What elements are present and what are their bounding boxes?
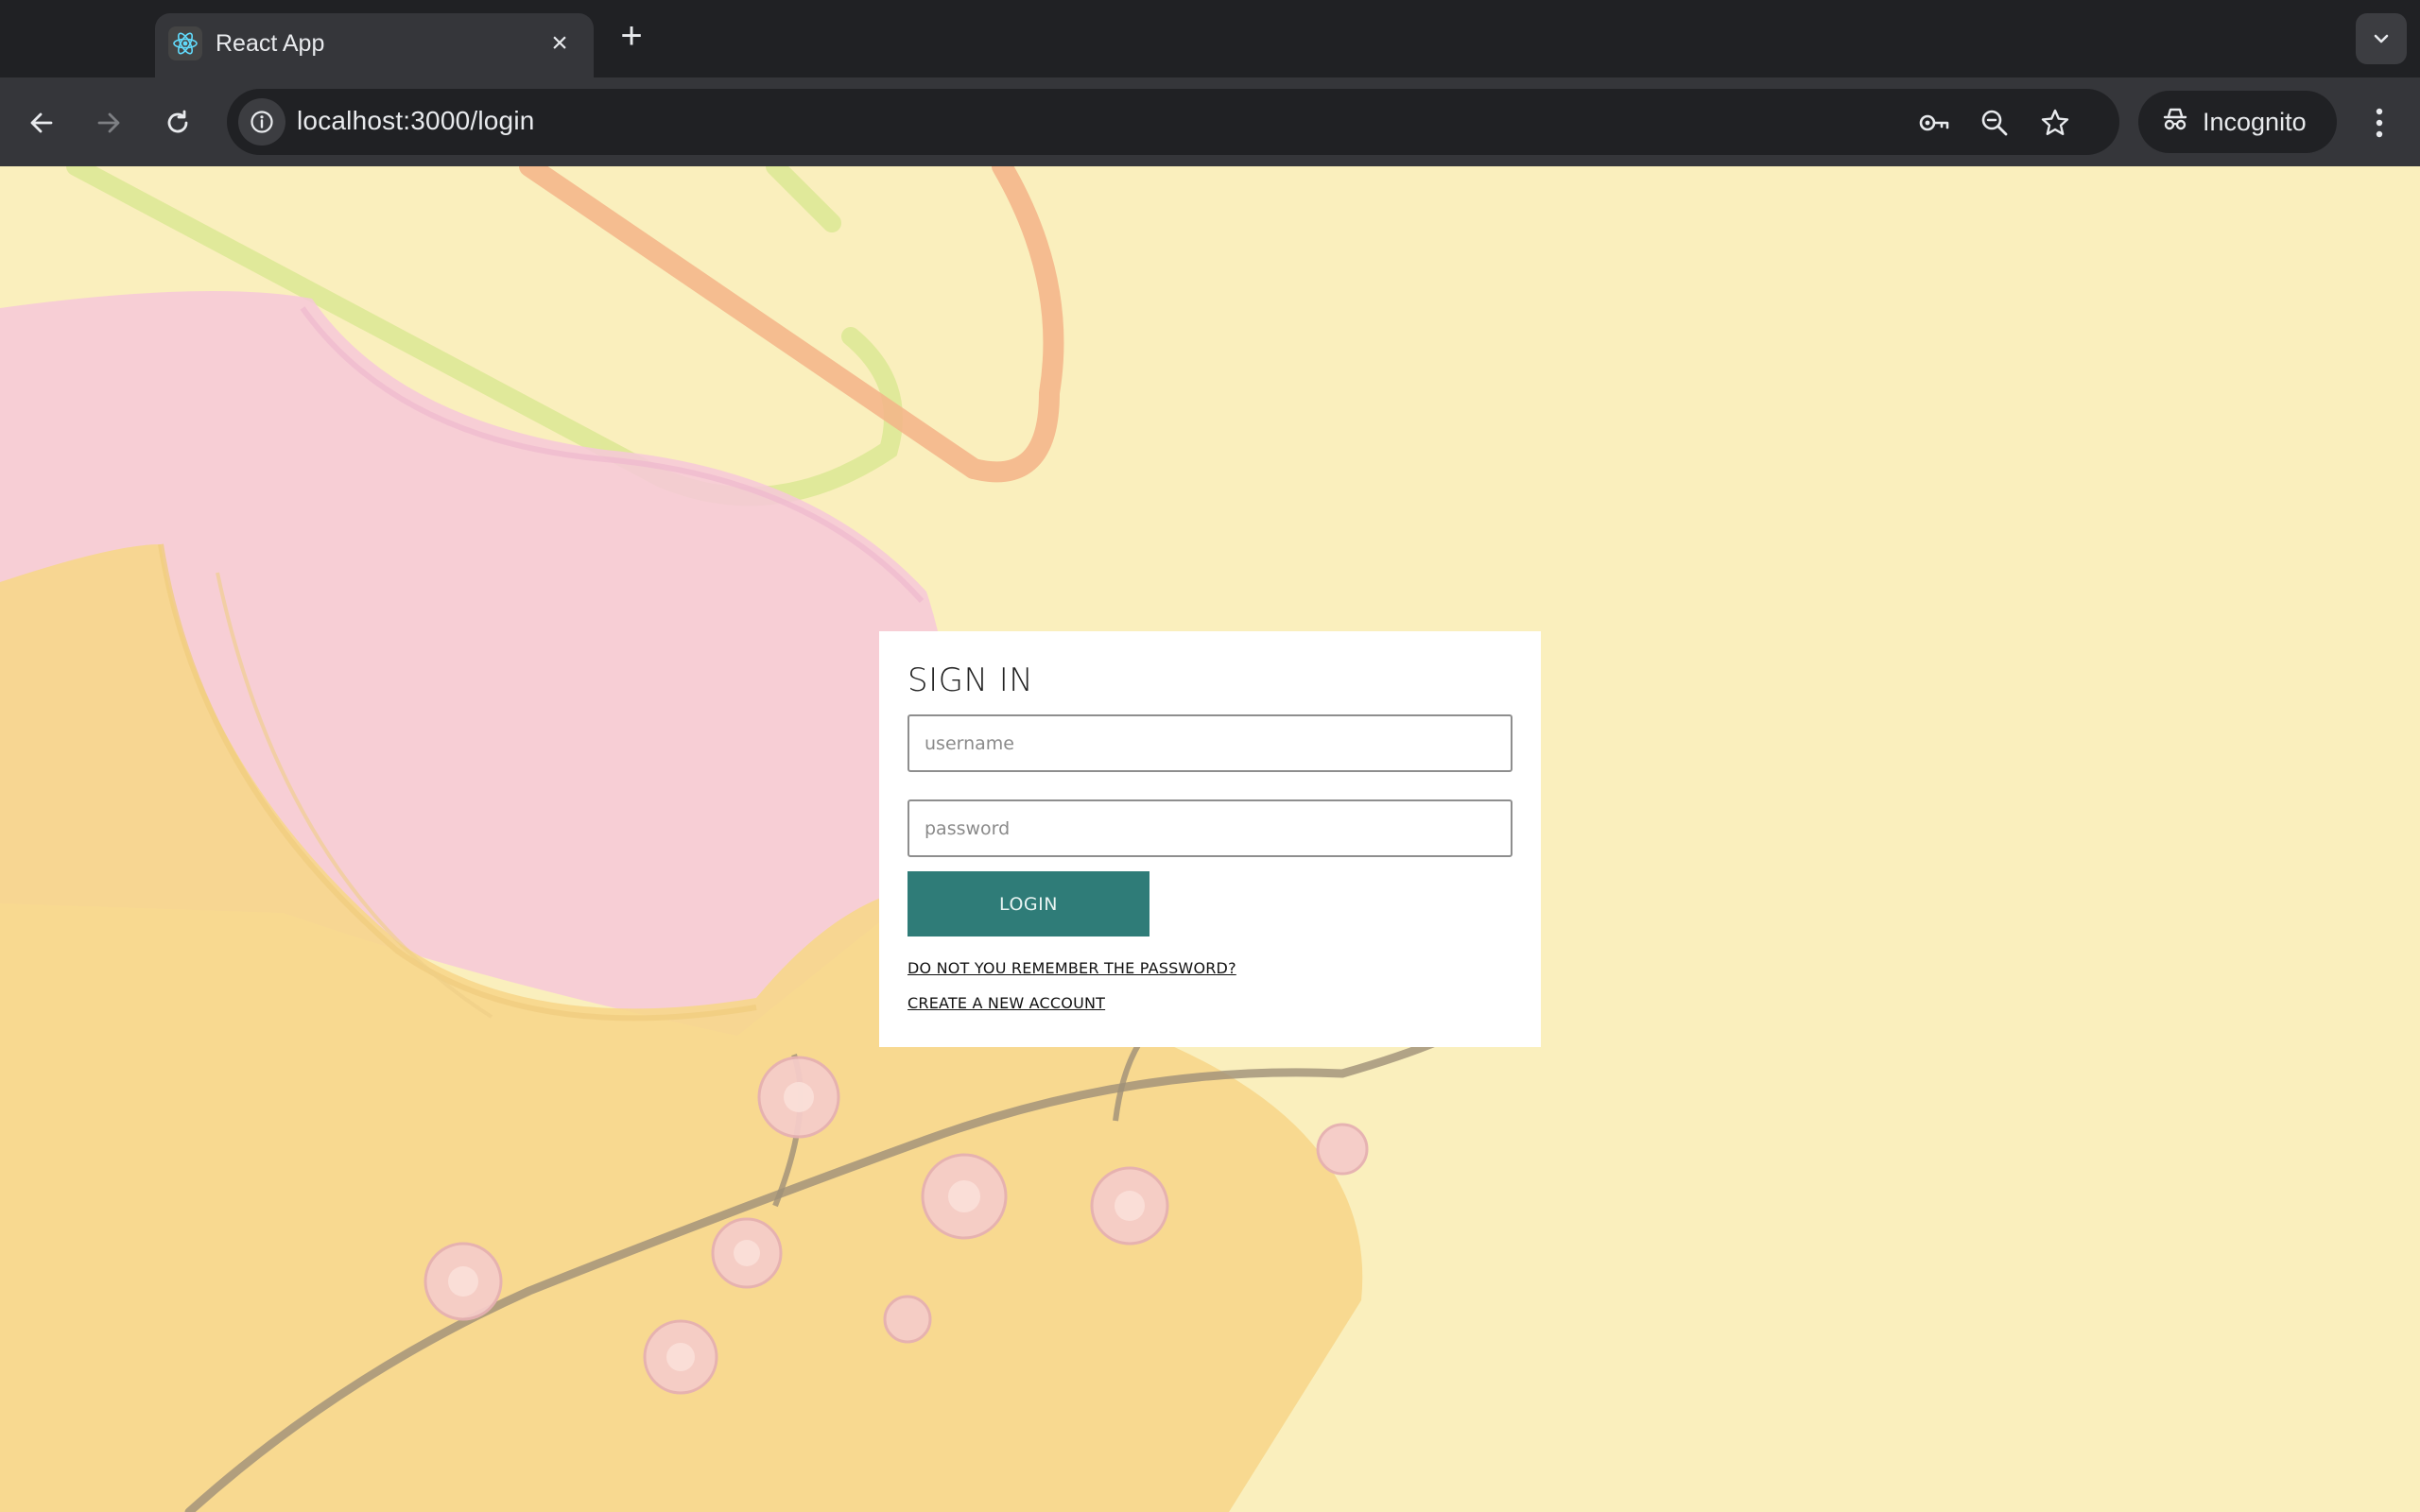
arrow-right-icon[interactable] — [84, 98, 133, 147]
tab-strip: React App × + — [0, 0, 2420, 77]
tab-title: React App — [216, 30, 325, 57]
info-icon[interactable] — [238, 98, 285, 146]
create-account-link[interactable]: CREATE A NEW ACCOUNT — [908, 994, 1105, 1012]
arrow-left-icon[interactable] — [17, 98, 66, 147]
username-input[interactable] — [908, 714, 1512, 772]
star-icon[interactable] — [2034, 102, 2076, 144]
plus-icon[interactable]: + — [611, 17, 652, 59]
kebab-menu-icon[interactable] — [2356, 98, 2403, 147]
toolbar: localhost:3000/login Incognito — [0, 77, 2420, 166]
react-logo-icon — [168, 26, 202, 60]
active-tab[interactable]: React App × — [155, 13, 594, 77]
chevron-down-icon[interactable] — [2356, 13, 2407, 64]
zoom-out-icon[interactable] — [1974, 102, 2015, 144]
login-card: SIGN IN LOGIN DO NOT YOU REMEMBER THE PA… — [879, 631, 1541, 1047]
login-button[interactable]: LOGIN — [908, 871, 1150, 936]
url-text[interactable]: localhost:3000/login — [297, 106, 535, 136]
page-title: SIGN IN — [908, 662, 1034, 699]
password-input[interactable] — [908, 799, 1512, 857]
reload-icon[interactable] — [153, 98, 202, 147]
address-bar[interactable]: localhost:3000/login — [227, 89, 2119, 155]
incognito-badge[interactable]: Incognito — [2138, 91, 2337, 153]
close-icon[interactable]: × — [541, 25, 579, 62]
forgot-password-link[interactable]: DO NOT YOU REMEMBER THE PASSWORD? — [908, 959, 1236, 977]
page-viewport: SIGN IN LOGIN DO NOT YOU REMEMBER THE PA… — [0, 166, 2420, 1512]
key-icon[interactable] — [1913, 102, 1955, 144]
incognito-icon — [2161, 105, 2189, 140]
incognito-label: Incognito — [2203, 107, 2307, 136]
